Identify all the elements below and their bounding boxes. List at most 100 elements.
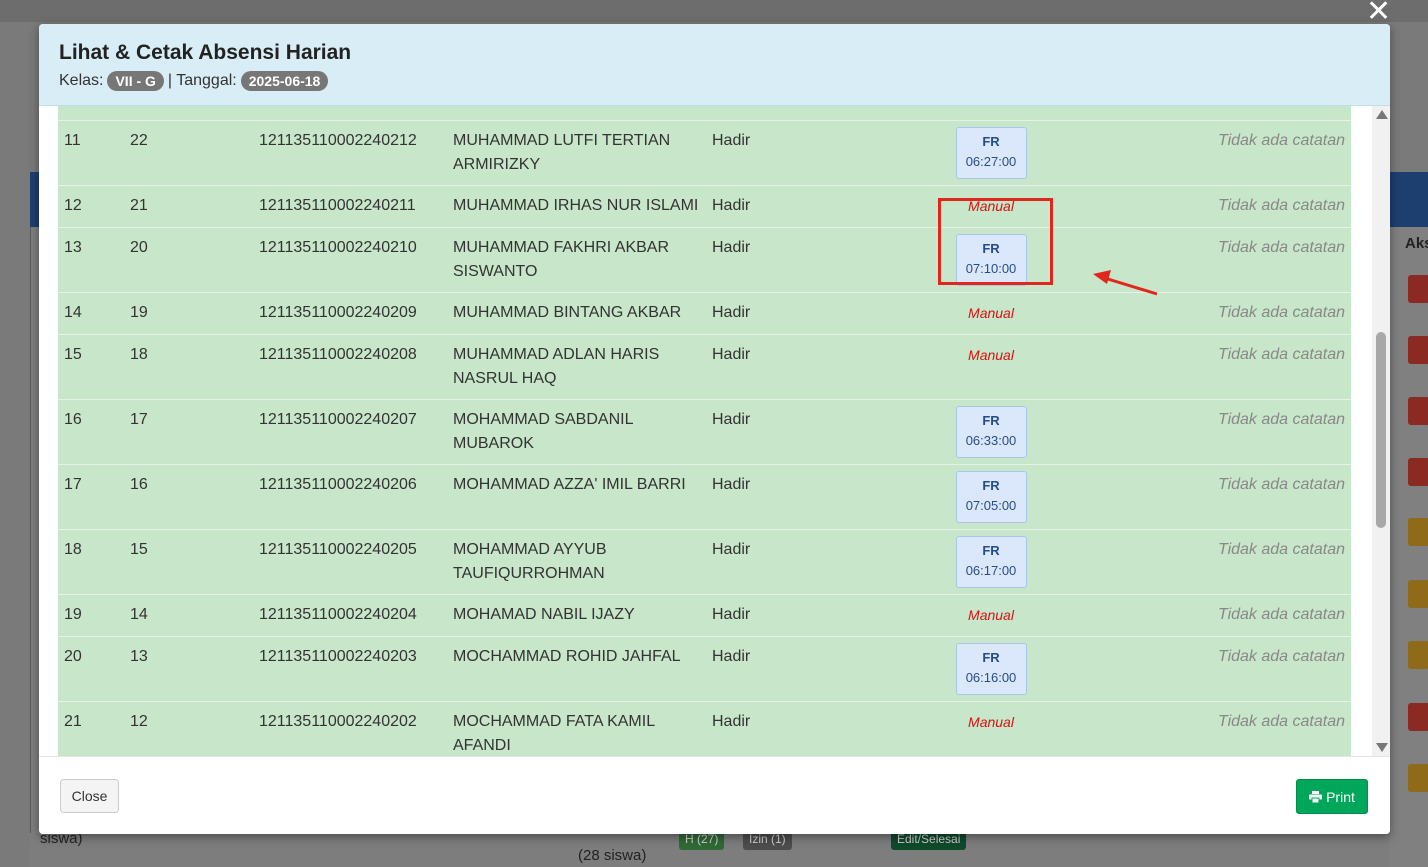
manual-label: Manual [968, 714, 1014, 730]
row-absen-number: 16 [124, 464, 253, 530]
table-row: 21 12 121135110002240202 MOCHAMMAD FATA KAM… [58, 701, 1351, 756]
fr-time: 06:16:00 [965, 670, 1017, 685]
row-status: Hadir [706, 227, 816, 293]
row-student-name: MUHAMMAD FAKHRI AKBAR SISWANTO [447, 227, 706, 293]
row-number: 21 [58, 701, 124, 756]
row-note: Tidak ada catatan [1166, 334, 1351, 400]
row-status: Hadir [706, 334, 816, 400]
background-bottom-mid-text: (28 siswa) [578, 847, 647, 864]
row-absen-number: 15 [124, 529, 253, 595]
row-number: 15 [58, 334, 124, 400]
row-note: Tidak ada catatan [1166, 399, 1351, 465]
row-nis: 121135110002240206 [253, 464, 447, 530]
row-keterangan: FR 07:05:00 [816, 464, 1166, 530]
row-nis: 121135110002240208 [253, 334, 447, 400]
annotation-highlight-box [938, 198, 1053, 285]
row-number: 20 [58, 636, 124, 702]
background-action-button [1408, 458, 1428, 486]
row-keterangan: Manual [816, 594, 1166, 637]
row-student-name: MOHAMMAD AZZA' IMIL BARRI [447, 464, 706, 530]
modal-scrollbar[interactable] [1372, 106, 1390, 756]
row-note: Tidak ada catatan [1166, 594, 1351, 637]
background-action-button [1408, 275, 1428, 303]
manual-label: Manual [968, 607, 1014, 623]
annotation-arrow-icon [1093, 270, 1158, 296]
row-student-name: MUHAMMAD ADLAN HARIS NASRUL HAQ [447, 334, 706, 400]
row-number: 19 [58, 594, 124, 637]
modal-subtitle: Kelas: VII - G | Tanggal: 2025-06-18 [59, 71, 329, 91]
row-keterangan: Manual [816, 334, 1166, 400]
fr-badge: FR 06:16:00 [955, 643, 1027, 695]
tanggal-badge: 2025-06-18 [240, 71, 329, 91]
row-keterangan: FR 06:17:00 [816, 529, 1166, 595]
fr-label: FR [982, 478, 1000, 493]
row-absen-number: 19 [124, 292, 253, 335]
row-nis: 121135110002240211 [253, 185, 447, 228]
attendance-modal: Lihat & Cetak Absensi Harian Kelas: VII … [39, 24, 1390, 834]
row-note: Tidak ada catatan [1166, 636, 1351, 702]
kelas-badge: VII - G [107, 71, 164, 91]
background-topbar [0, 0, 1428, 22]
attendance-table: ATALLAH 1122121135110002240212MUHAMMAD L… [58, 106, 1351, 756]
background-action-button [1408, 336, 1428, 364]
row-status: Hadir [706, 464, 816, 530]
row-absen-number: 14 [124, 594, 253, 637]
row-number: 17 [58, 464, 124, 530]
row-student-name: MOCHAMMAD FATA KAMIL AFANDI [447, 701, 706, 756]
table-row: 11 22 121135110002240212 MUHAMMAD LUTFI TER… [58, 120, 1351, 186]
scroll-down-icon[interactable] [1376, 743, 1388, 752]
row-student-name: MOCHAMMAD ROHID JAHFAL [447, 636, 706, 702]
row-status: Hadir [706, 185, 816, 228]
fr-time: 06:17:00 [965, 563, 1017, 578]
fr-label: FR [982, 134, 1000, 149]
table-row: 19 14 121135110002240204 MOHAMAD NABIL IJAZ… [58, 594, 1351, 637]
scroll-up-icon[interactable] [1376, 110, 1388, 119]
background-aks-header: Aks [1405, 235, 1428, 252]
row-student-name: MOHAMMAD SABDANIL MUBAROK [447, 399, 706, 465]
table-row: 16 17 121135110002240207 MOHAMMAD SABDANIL … [58, 399, 1351, 465]
fr-label: FR [982, 413, 1000, 428]
row-status: Hadir [706, 292, 816, 335]
row-status: Hadir [706, 529, 816, 595]
kelas-label: Kelas: [59, 72, 104, 89]
background-action-button [1408, 764, 1428, 792]
fr-label: FR [982, 650, 1000, 665]
row-absen-number: 18 [124, 334, 253, 400]
tanggal-label: | Tanggal: [167, 72, 237, 89]
row-nis: 121135110002240205 [253, 529, 447, 595]
background-action-button [1408, 397, 1428, 425]
table-row: 18 15 121135110002240205 MOHAMMAD AYYUB TAU… [58, 529, 1351, 595]
row-status: Hadir [706, 701, 816, 756]
row-number: 11 [58, 120, 124, 186]
fr-badge: FR 06:33:00 [955, 406, 1027, 458]
table-row-partial: ATALLAH [58, 106, 1351, 121]
row-nis: 121135110002240204 [253, 594, 447, 637]
row-note: Tidak ada catatan [1166, 185, 1351, 228]
row-keterangan: FR 06:16:00 [816, 636, 1166, 702]
partial-name-cell: ATALLAH [447, 106, 706, 121]
table-row: 17 16 121135110002240206 MOHAMMAD AZZA' IMI… [58, 464, 1351, 530]
row-number: 13 [58, 227, 124, 293]
table-row: 15 18 121135110002240208 MUHAMMAD ADLAN HAR… [58, 334, 1351, 400]
modal-body[interactable]: ATALLAH 1122121135110002240212MUHAMMAD L… [39, 106, 1390, 756]
fr-badge: FR 07:05:00 [955, 471, 1027, 523]
row-note: Tidak ada catatan [1166, 529, 1351, 595]
row-status: Hadir [706, 120, 816, 186]
row-absen-number: 13 [124, 636, 253, 702]
close-button[interactable]: Close [60, 779, 119, 813]
row-note: Tidak ada catatan [1166, 120, 1351, 186]
print-label: Print [1326, 788, 1355, 805]
print-button[interactable]: Print [1296, 779, 1368, 814]
row-absen-number: 20 [124, 227, 253, 293]
manual-label: Manual [968, 347, 1014, 363]
row-student-name: MUHAMMAD BINTANG AKBAR [447, 292, 706, 335]
row-number: 14 [58, 292, 124, 335]
fr-badge: FR 06:17:00 [955, 536, 1027, 588]
row-status: Hadir [706, 399, 816, 465]
row-absen-number: 12 [124, 701, 253, 756]
fr-label: FR [982, 543, 1000, 558]
row-note: Tidak ada catatan [1166, 464, 1351, 530]
table-row: 20 13 121135110002240203 MOCHAMMAD ROHID JA… [58, 636, 1351, 702]
modal-title: Lihat & Cetak Absensi Harian [59, 41, 352, 64]
scroll-thumb[interactable] [1376, 332, 1386, 528]
